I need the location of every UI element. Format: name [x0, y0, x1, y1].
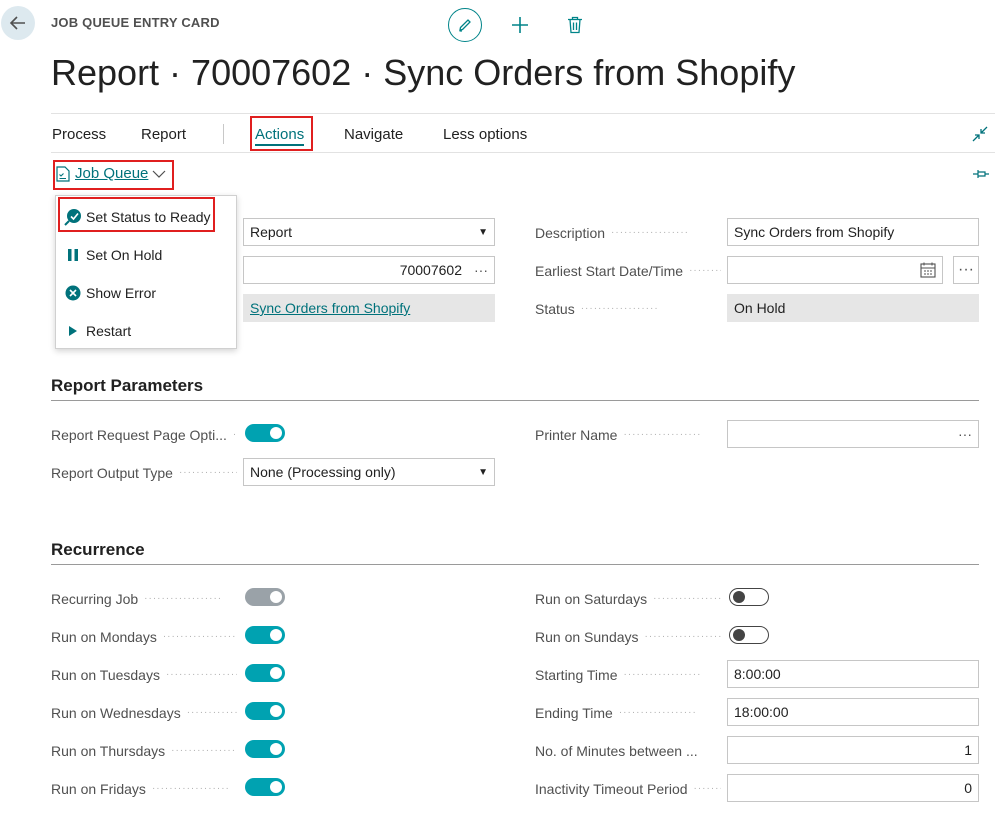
minutes-between-label: No. of Minutes between ... — [535, 743, 698, 759]
ending-time-value: 18:00:00 — [734, 704, 789, 720]
starting-time-field[interactable]: 8:00:00 — [727, 660, 979, 688]
set-status-ready-label: Set Status to Ready — [86, 209, 211, 225]
object-caption-field: Sync Orders from Shopify — [243, 294, 495, 322]
set-on-hold-item[interactable]: Set On Hold — [64, 243, 162, 267]
recurring-job-toggle[interactable] — [245, 588, 285, 606]
tab-process[interactable]: Process — [52, 126, 106, 143]
caret-down-icon: ▼ — [478, 467, 488, 478]
starting-time-label: Starting Time ·················· — [535, 667, 702, 683]
run-sundays-label: Run on Sundays ·················· — [535, 629, 721, 645]
restart-item[interactable]: Restart — [64, 319, 131, 343]
caret-down-icon: ▼ — [478, 227, 488, 238]
tab-report[interactable]: Report — [141, 126, 186, 143]
description-label: Description ·················· — [535, 225, 689, 241]
lookup-ellipsis-icon[interactable]: ··· — [958, 426, 972, 442]
object-caption-link[interactable]: Sync Orders from Shopify — [250, 300, 410, 316]
earliest-start-field[interactable] — [727, 256, 943, 284]
ending-time-field[interactable]: 18:00:00 — [727, 698, 979, 726]
printer-name-label: Printer Name ·················· — [535, 427, 702, 443]
tab-navigate[interactable]: Navigate — [344, 126, 403, 143]
run-wednesdays-toggle[interactable] — [245, 702, 285, 720]
earliest-start-label: Earliest Start Date/Time················… — [535, 263, 721, 279]
tab-separator — [223, 124, 224, 144]
pin-icon — [973, 170, 989, 178]
set-on-hold-label: Set On Hold — [86, 247, 163, 263]
object-id-field[interactable]: 70007602 ··· — [243, 256, 495, 284]
collapse-button[interactable] — [971, 125, 989, 148]
inactivity-timeout-value: 0 — [964, 780, 972, 796]
chevron-down-icon — [152, 170, 166, 178]
run-tuesdays-toggle[interactable] — [245, 664, 285, 682]
printer-name-field[interactable]: ··· — [727, 420, 979, 448]
minutes-between-value: 1 — [964, 742, 972, 758]
run-fridays-label: Run on Fridays ·················· — [51, 781, 230, 797]
description-value: Sync Orders from Shopify — [734, 224, 895, 240]
document-checklist-icon — [56, 165, 70, 182]
collapse-arrows-icon — [972, 126, 988, 142]
recurrence-title: Recurrence — [51, 540, 145, 559]
request-page-toggle[interactable] — [245, 424, 285, 442]
play-icon — [69, 326, 77, 336]
back-button[interactable] — [1, 6, 35, 40]
ending-time-label: Ending Time ·················· — [535, 705, 697, 721]
pause-icon — [68, 249, 78, 261]
delete-button[interactable] — [558, 8, 592, 42]
run-fridays-toggle[interactable] — [245, 778, 285, 796]
arrow-left-icon — [9, 16, 25, 30]
show-error-label: Show Error — [86, 285, 157, 301]
object-type-select[interactable]: Report ▼ — [243, 218, 495, 246]
object-type-value: Report — [250, 224, 293, 240]
output-type-select[interactable]: None (Processing only) ▼ — [243, 458, 495, 486]
starting-time-value: 8:00:00 — [734, 666, 781, 682]
error-circle-icon — [65, 285, 81, 301]
run-tuesdays-label: Run on Tuesdays ·················· — [51, 667, 237, 683]
pencil-icon — [459, 19, 471, 32]
output-type-label: Report Output Type·················· — [51, 465, 237, 481]
section-divider — [51, 564, 979, 565]
report-parameters-title: Report Parameters — [51, 376, 204, 395]
run-thursdays-toggle[interactable] — [245, 740, 285, 758]
calendar-icon[interactable] — [920, 262, 936, 278]
tab-less-options[interactable]: Less options — [443, 126, 527, 143]
run-mondays-label: Run on Mondays ·················· — [51, 629, 237, 645]
section-divider — [51, 400, 979, 401]
inactivity-timeout-field[interactable]: 0 — [727, 774, 979, 802]
page-actions — [448, 8, 592, 42]
show-error-item[interactable]: Show Error — [64, 281, 156, 305]
job-queue-dropdown: Set Status to Ready Set On Hold Show Err… — [55, 195, 237, 349]
tab-actions[interactable]: Actions — [255, 126, 305, 146]
action-bar: Process Report Actions Navigate Less opt… — [51, 113, 995, 153]
run-saturdays-label: Run on Saturdays·················· — [535, 591, 721, 607]
lookup-ellipsis-icon[interactable]: ··· — [474, 262, 488, 278]
run-thursdays-label: Run on Thursdays·················· — [51, 743, 237, 759]
edit-button[interactable] — [448, 8, 482, 42]
run-mondays-toggle[interactable] — [245, 626, 285, 644]
output-type-value: None (Processing only) — [250, 464, 396, 480]
inactivity-timeout-label: Inactivity Timeout Period···············… — [535, 781, 721, 797]
run-sundays-toggle[interactable] — [729, 626, 769, 644]
request-page-label: Report Request Page Opti...·········· — [51, 427, 237, 443]
status-label: Status ·················· — [535, 301, 659, 317]
ready-status-icon — [64, 209, 81, 226]
trash-icon — [568, 16, 582, 34]
restart-label: Restart — [86, 323, 132, 339]
run-saturdays-toggle[interactable] — [729, 588, 769, 606]
object-id-value: 70007602 — [399, 262, 462, 278]
new-button[interactable] — [503, 8, 537, 42]
run-wednesdays-label: Run on Wednesdays·················· — [51, 705, 237, 721]
pin-button[interactable] — [972, 167, 990, 186]
set-status-ready-item[interactable]: Set Status to Ready — [64, 205, 211, 229]
earliest-start-more-button[interactable]: ··· — [953, 256, 979, 284]
page-title: Report · 70007602 · Sync Orders from Sho… — [51, 52, 796, 93]
action-subbar: Job Queue — [51, 155, 995, 197]
status-value: On Hold — [734, 300, 786, 316]
card-label: JOB QUEUE ENTRY CARD — [51, 15, 220, 30]
minutes-between-field[interactable]: 1 — [727, 736, 979, 764]
job-queue-label: Job Queue — [75, 165, 149, 182]
description-field[interactable]: Sync Orders from Shopify — [727, 218, 979, 246]
plus-icon — [512, 17, 528, 33]
job-queue-menu-button[interactable]: Job Queue — [56, 165, 166, 182]
recurring-job-label: Recurring Job ·················· — [51, 591, 223, 607]
status-field: On Hold — [727, 294, 979, 322]
